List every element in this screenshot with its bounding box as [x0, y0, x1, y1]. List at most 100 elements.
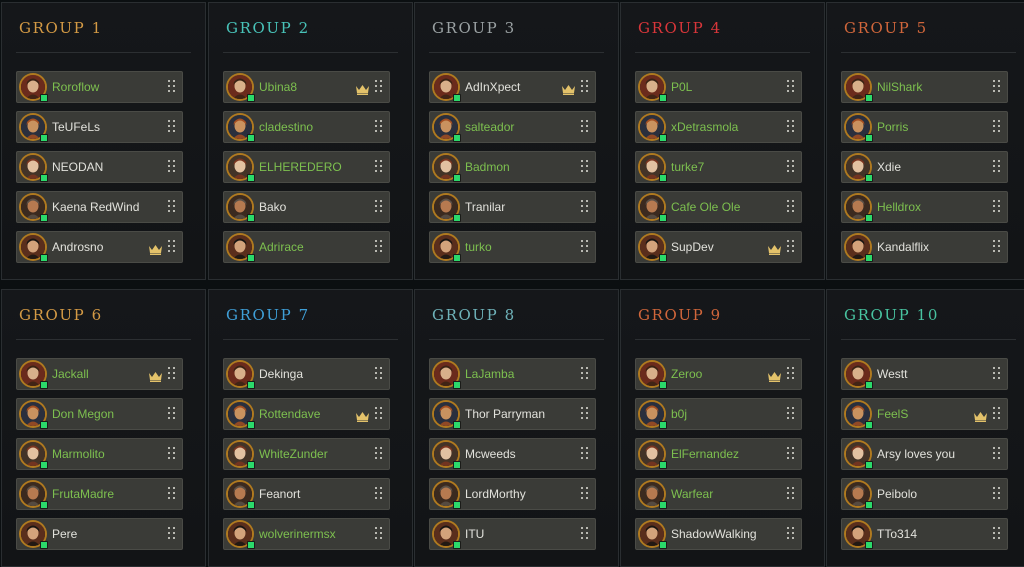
drag-handle-icon[interactable]	[993, 407, 1001, 421]
drag-handle-icon[interactable]	[993, 367, 1001, 381]
drag-handle-icon[interactable]	[787, 120, 795, 134]
player-row[interactable]: cladestino	[223, 111, 390, 143]
drag-handle-icon[interactable]	[787, 447, 795, 461]
drag-handle-icon[interactable]	[993, 120, 1001, 134]
player-row[interactable]: Mcweeds	[429, 438, 596, 470]
player-row[interactable]: Androsno	[16, 231, 183, 263]
drag-handle-icon[interactable]	[581, 120, 589, 134]
drag-handle-icon[interactable]	[787, 80, 795, 94]
player-row[interactable]: FeelS	[841, 398, 1008, 430]
player-row[interactable]: Arsy loves you	[841, 438, 1008, 470]
player-row[interactable]: AdInXpect	[429, 71, 596, 103]
drag-handle-icon[interactable]	[168, 200, 176, 214]
drag-handle-icon[interactable]	[581, 367, 589, 381]
player-row[interactable]: Rottendave	[223, 398, 390, 430]
player-row[interactable]: b0j	[635, 398, 802, 430]
player-row[interactable]: ITU	[429, 518, 596, 550]
drag-handle-icon[interactable]	[787, 487, 795, 501]
player-row[interactable]: TeUFeLs	[16, 111, 183, 143]
player-row[interactable]: P0L	[635, 71, 802, 103]
player-row[interactable]: Kandalflix	[841, 231, 1008, 263]
player-row[interactable]: Xdie	[841, 151, 1008, 183]
player-row[interactable]: Bako	[223, 191, 390, 223]
player-row[interactable]: FrutaMadre	[16, 478, 183, 510]
drag-handle-icon[interactable]	[375, 527, 383, 541]
drag-handle-icon[interactable]	[581, 200, 589, 214]
drag-handle-icon[interactable]	[168, 447, 176, 461]
player-row[interactable]: Ubina8	[223, 71, 390, 103]
player-row[interactable]: ELHEREDERO	[223, 151, 390, 183]
drag-handle-icon[interactable]	[993, 160, 1001, 174]
player-row[interactable]: NilShark	[841, 71, 1008, 103]
player-row[interactable]: Adrirace	[223, 231, 390, 263]
drag-handle-icon[interactable]	[375, 120, 383, 134]
drag-handle-icon[interactable]	[168, 240, 176, 254]
player-row[interactable]: LordMorthy	[429, 478, 596, 510]
player-row[interactable]: wolverinermsx	[223, 518, 390, 550]
drag-handle-icon[interactable]	[375, 200, 383, 214]
drag-handle-icon[interactable]	[787, 160, 795, 174]
player-row[interactable]: Westt	[841, 358, 1008, 390]
player-row[interactable]: Dekinga	[223, 358, 390, 390]
player-row[interactable]: salteador	[429, 111, 596, 143]
drag-handle-icon[interactable]	[993, 527, 1001, 541]
drag-handle-icon[interactable]	[168, 120, 176, 134]
player-row[interactable]: Helldrox	[841, 191, 1008, 223]
drag-handle-icon[interactable]	[581, 407, 589, 421]
player-row[interactable]: LaJamba	[429, 358, 596, 390]
player-row[interactable]: Feanort	[223, 478, 390, 510]
player-row[interactable]: Zeroo	[635, 358, 802, 390]
drag-handle-icon[interactable]	[375, 160, 383, 174]
player-row[interactable]: Don Megon	[16, 398, 183, 430]
player-row[interactable]: Warfear	[635, 478, 802, 510]
drag-handle-icon[interactable]	[581, 160, 589, 174]
drag-handle-icon[interactable]	[993, 80, 1001, 94]
drag-handle-icon[interactable]	[993, 447, 1001, 461]
player-row[interactable]: Thor Parryman	[429, 398, 596, 430]
player-row[interactable]: Kaena RedWind	[16, 191, 183, 223]
player-row[interactable]: Peibolo	[841, 478, 1008, 510]
drag-handle-icon[interactable]	[581, 240, 589, 254]
player-row[interactable]: Porris	[841, 111, 1008, 143]
drag-handle-icon[interactable]	[787, 200, 795, 214]
player-row[interactable]: NEODAN	[16, 151, 183, 183]
player-row[interactable]: Tranilar	[429, 191, 596, 223]
player-row[interactable]: TTo314	[841, 518, 1008, 550]
drag-handle-icon[interactable]	[168, 527, 176, 541]
player-row[interactable]: Cafe Ole Ole	[635, 191, 802, 223]
drag-handle-icon[interactable]	[375, 487, 383, 501]
drag-handle-icon[interactable]	[581, 487, 589, 501]
player-row[interactable]: ElFernandez	[635, 438, 802, 470]
drag-handle-icon[interactable]	[787, 367, 795, 381]
player-row[interactable]: Pere	[16, 518, 183, 550]
drag-handle-icon[interactable]	[581, 527, 589, 541]
drag-handle-icon[interactable]	[993, 240, 1001, 254]
player-row[interactable]: Roroflow	[16, 71, 183, 103]
player-row[interactable]: xDetrasmola	[635, 111, 802, 143]
drag-handle-icon[interactable]	[375, 367, 383, 381]
drag-handle-icon[interactable]	[375, 80, 383, 94]
drag-handle-icon[interactable]	[787, 240, 795, 254]
drag-handle-icon[interactable]	[993, 200, 1001, 214]
player-row[interactable]: turko	[429, 231, 596, 263]
drag-handle-icon[interactable]	[787, 407, 795, 421]
drag-handle-icon[interactable]	[787, 527, 795, 541]
drag-handle-icon[interactable]	[993, 487, 1001, 501]
drag-handle-icon[interactable]	[168, 367, 176, 381]
player-row[interactable]: WhiteZunder	[223, 438, 390, 470]
player-row[interactable]: SupDev	[635, 231, 802, 263]
player-row[interactable]: Badmon	[429, 151, 596, 183]
drag-handle-icon[interactable]	[168, 487, 176, 501]
drag-handle-icon[interactable]	[168, 407, 176, 421]
drag-handle-icon[interactable]	[168, 160, 176, 174]
drag-handle-icon[interactable]	[375, 447, 383, 461]
drag-handle-icon[interactable]	[581, 447, 589, 461]
drag-handle-icon[interactable]	[375, 407, 383, 421]
player-row[interactable]: ShadowWalking	[635, 518, 802, 550]
player-row[interactable]: Marmolito	[16, 438, 183, 470]
player-row[interactable]: turke7	[635, 151, 802, 183]
player-row[interactable]: Jackall	[16, 358, 183, 390]
drag-handle-icon[interactable]	[168, 80, 176, 94]
drag-handle-icon[interactable]	[581, 80, 589, 94]
drag-handle-icon[interactable]	[375, 240, 383, 254]
